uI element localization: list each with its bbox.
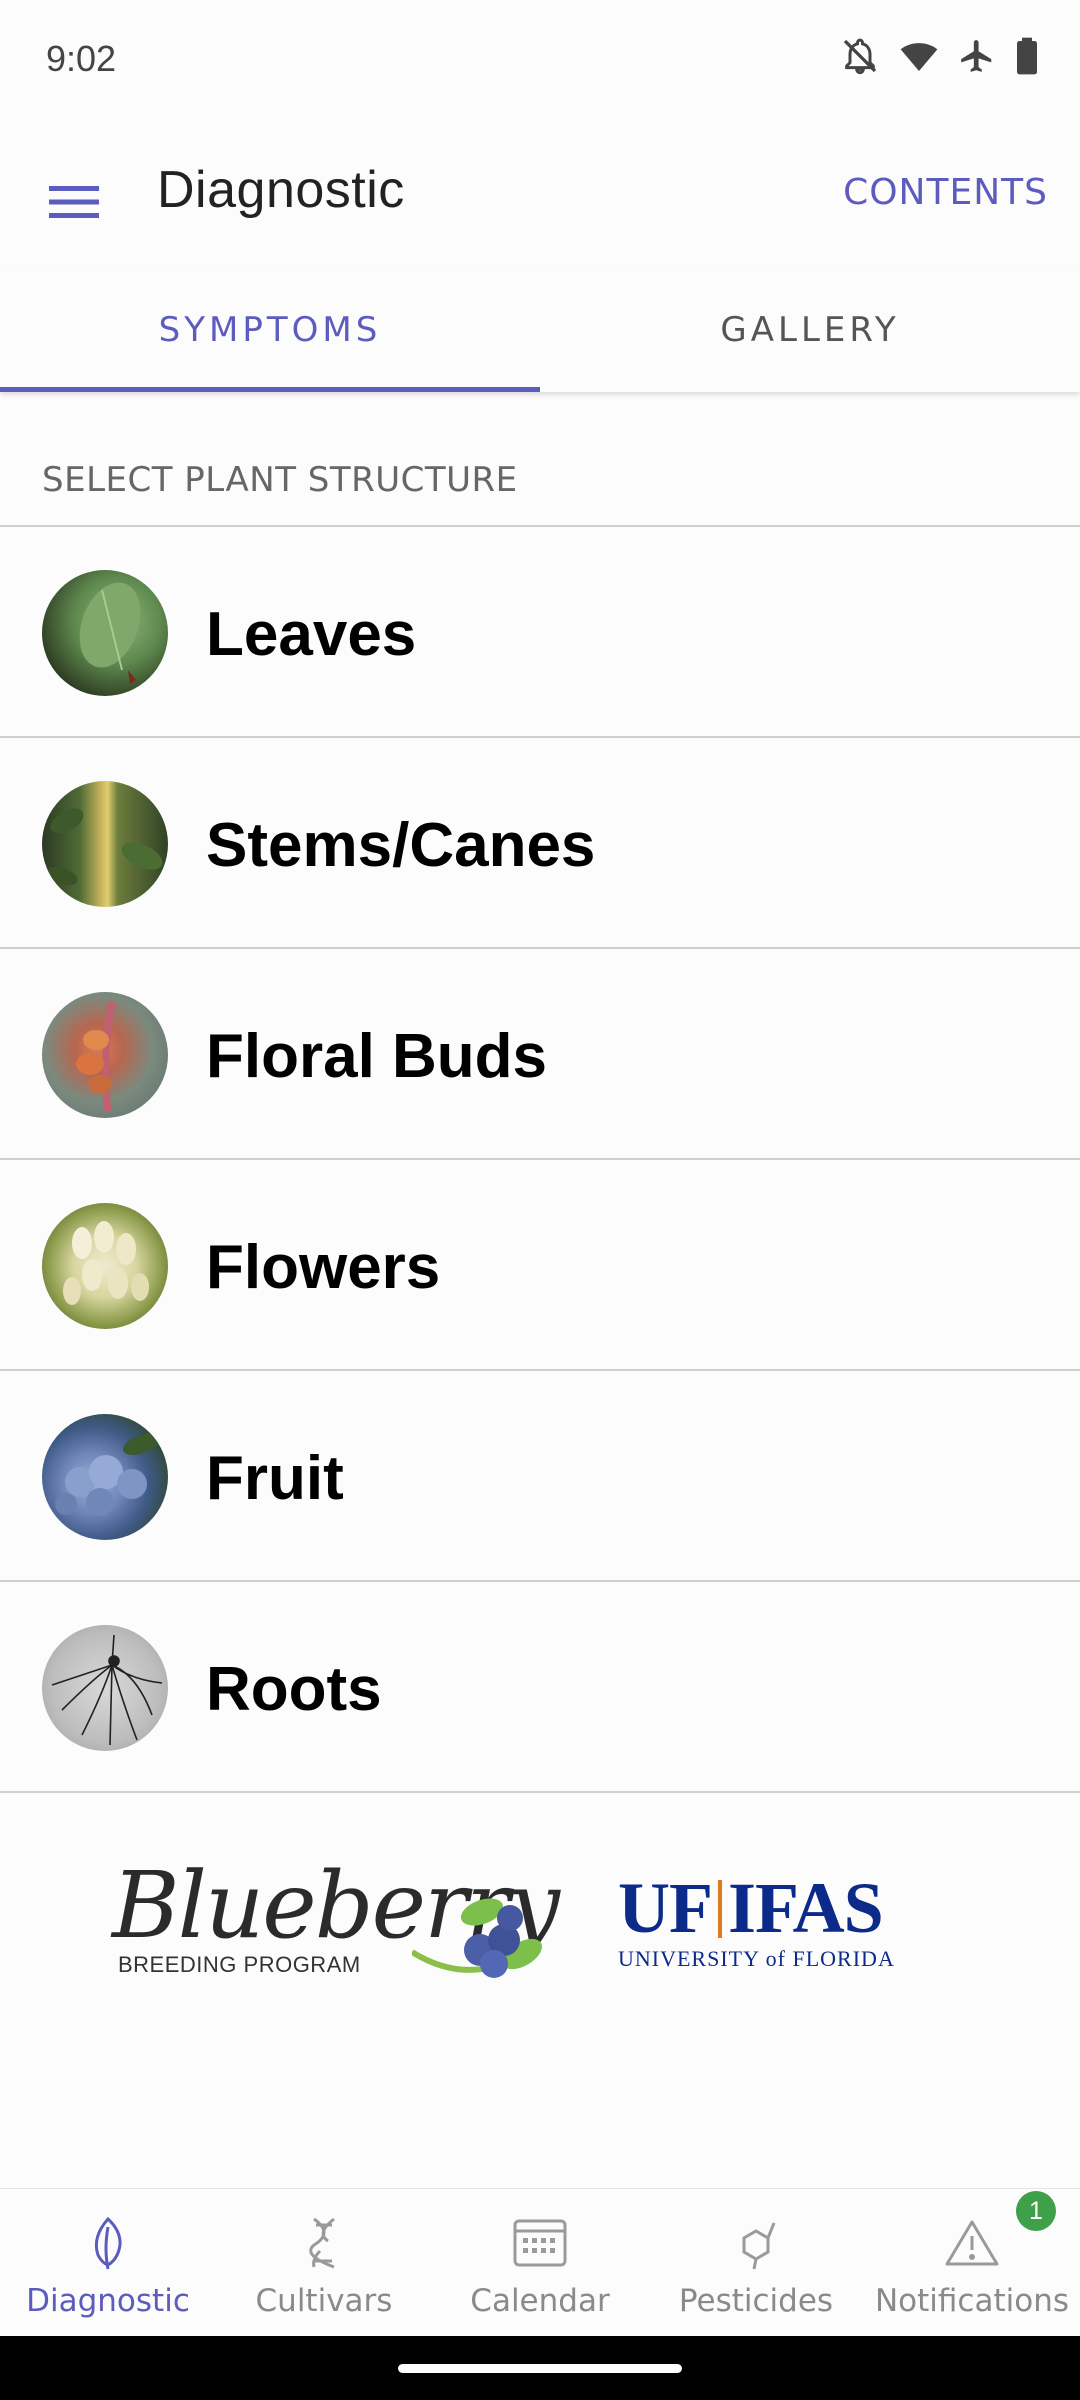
tab-symptoms[interactable]: SYMPTOMS [0,268,540,392]
list-item-label: Roots [206,1655,382,1724]
uf-ifas-logo: UF IFAS UNIVERSITY of FLORIDA [618,1872,898,1982]
list-item-leaves[interactable]: Leaves [0,527,1080,738]
list-item-flowers[interactable]: Flowers [0,1160,1080,1371]
status-time: 9:02 [46,38,117,79]
roots-photo [42,1625,168,1751]
tab-gallery[interactable]: GALLERY [540,268,1080,392]
contents-button[interactable]: CONTENTS [843,172,1048,213]
nav-calendar[interactable]: Calendar [432,2189,648,2336]
molecule-icon [721,2213,791,2273]
page-title: Diagnostic [157,161,405,219]
logos: Blueberry BREEDING PROGRAM UF IFAS UNIVER… [0,1840,1080,2000]
uf-ifas-wordmark: UF IFAS [618,1872,898,1944]
list-item-label: Fruit [206,1444,344,1513]
blueberry-breeding-logo: Blueberry BREEDING PROGRAM [112,1852,560,1992]
nav-pesticides-label: Pesticides [678,2283,834,2319]
uf-ifas-subtitle: UNIVERSITY of FLORIDA [618,1946,895,1971]
tab-symptoms-label: SYMPTOMS [158,310,382,350]
list-item-label: Leaves [206,600,417,669]
tab-indicator [0,387,540,392]
nav-calendar-label: Calendar [470,2283,610,2319]
nav-notifications-label: Notifications [874,2283,1070,2319]
nav-pesticides[interactable]: Pesticides [648,2189,864,2336]
notification-badge: 1 [1016,2191,1056,2231]
plant-structure-list: Leaves Stems/Canes Floral Buds Flowers F… [0,527,1080,1793]
status-icons [840,36,1040,76]
blueberry-fruit-photo [42,1414,168,1540]
nav-cultivars[interactable]: Cultivars [216,2189,432,2336]
home-gesture-handle[interactable] [398,2364,682,2373]
uf-text: UF [618,1868,713,1948]
leaf-outline-icon [73,2213,143,2273]
tab-bar: SYMPTOMS GALLERY [0,268,1080,392]
nav-cultivars-label: Cultivars [255,2283,393,2319]
blueberry-icon [412,1898,542,1978]
warning-triangle-icon [937,2213,1007,2273]
flower-photo [42,1203,168,1329]
nav-diagnostic-label: Diagnostic [26,2283,190,2319]
tab-gallery-label: GALLERY [720,310,900,350]
list-item-label: Stems/Canes [206,811,596,880]
status-bar: 9:02 [0,0,1080,118]
list-item-label: Flowers [206,1233,441,1302]
bottom-navigation: Diagnostic Cultivars Calendar Pesticides… [0,2188,1080,2336]
battery-icon [1014,36,1040,76]
stem-photo [42,781,168,907]
calendar-icon [505,2213,575,2273]
list-item-floral-buds[interactable]: Floral Buds [0,949,1080,1160]
section-header: SELECT PLANT STRUCTURE [42,460,518,500]
list-item-label: Floral Buds [206,1022,548,1091]
notifications-off-icon [840,36,880,76]
nav-diagnostic[interactable]: Diagnostic [0,2189,216,2336]
hamburger-menu-icon[interactable] [40,168,108,236]
dna-icon [289,2213,359,2273]
airplane-icon [958,36,996,76]
list-item-roots[interactable]: Roots [0,1582,1080,1793]
leaf-photo [42,570,168,696]
blueberry-logo-subtitle: BREEDING PROGRAM [118,1952,361,1977]
system-gesture-bar [0,2336,1080,2400]
list-item-fruit[interactable]: Fruit [0,1371,1080,1582]
wifi-icon [898,36,940,76]
ifas-text: IFAS [727,1868,884,1948]
floral-bud-photo [42,992,168,1118]
app-bar: Diagnostic CONTENTS [0,118,1080,268]
nav-notifications[interactable]: 1 Notifications [864,2189,1080,2336]
list-item-stems[interactable]: Stems/Canes [0,738,1080,949]
